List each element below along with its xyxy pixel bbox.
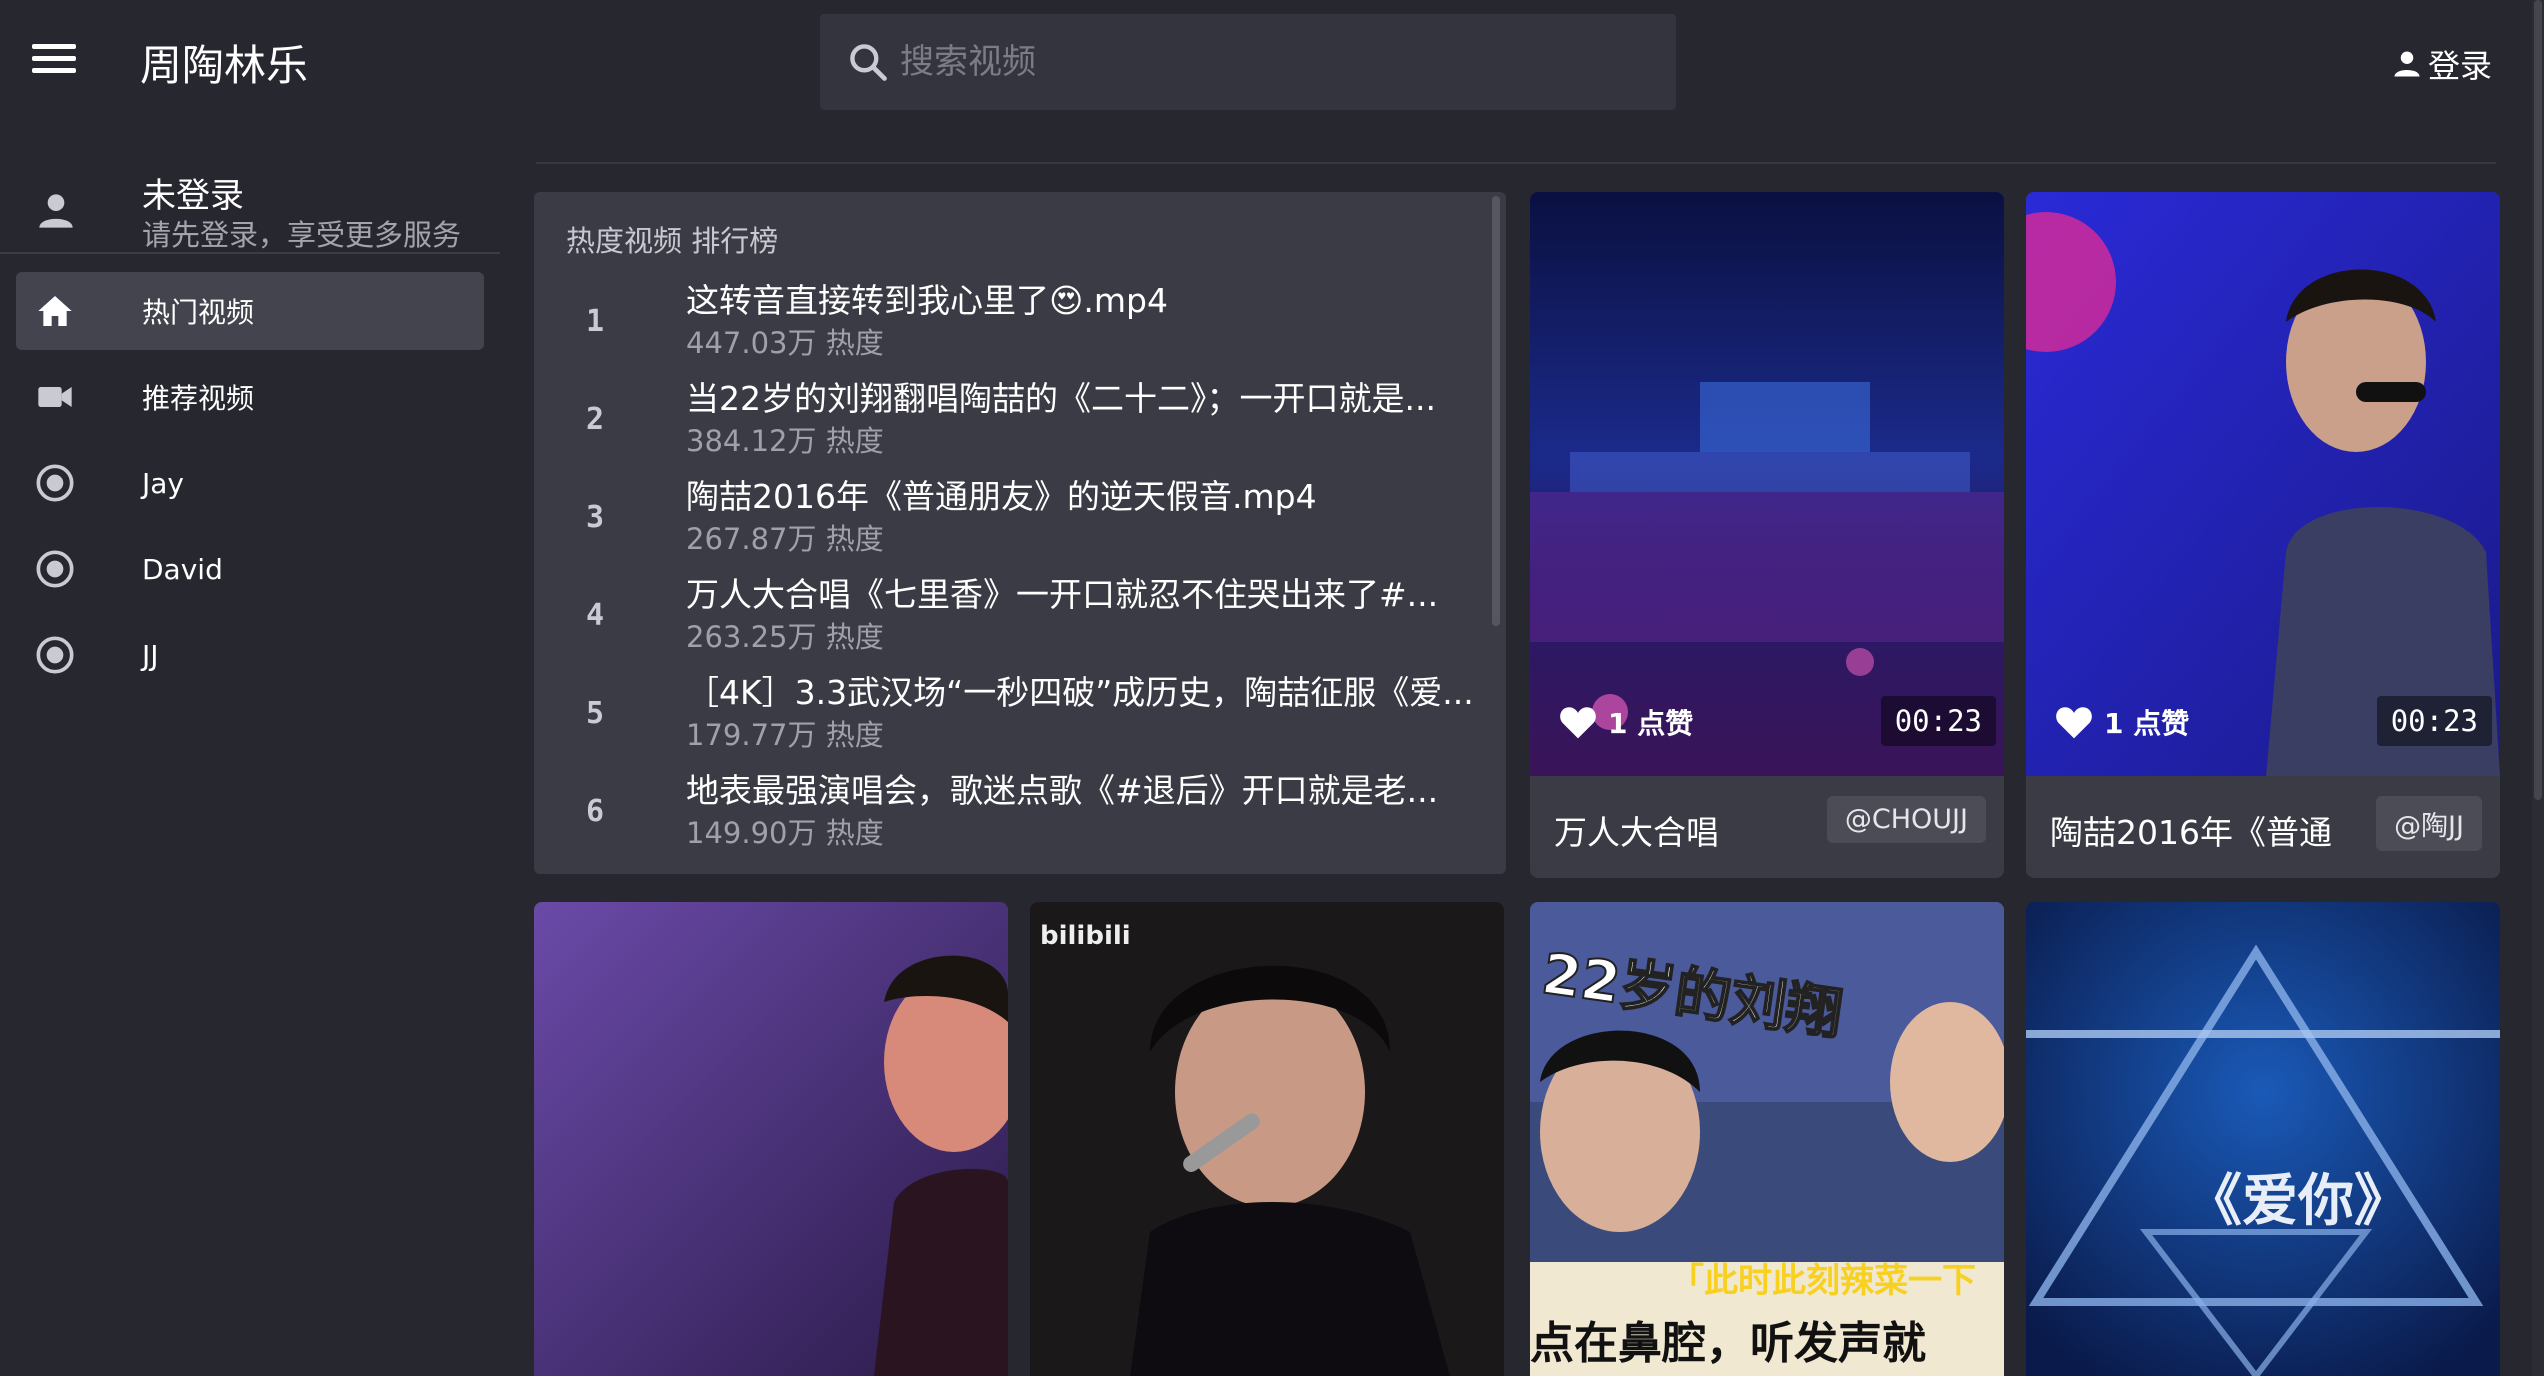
ranking-item[interactable]: 2 当22岁的刘翔翻唱陶喆的《二十二》；一开口就是... 384.12万 热度	[534, 372, 1494, 470]
ranking-list: 1 这转音直接转到我心里了😍.mp4 447.03万 热度 2 当22岁的刘翔翻…	[534, 274, 1494, 862]
sidebar-item-jj[interactable]: JJ	[16, 616, 484, 694]
sidebar-item-hot-videos[interactable]: 热门视频	[16, 272, 484, 350]
overlay-text: 《爱你》	[2186, 1168, 2410, 1234]
subtitle-line: 点在鼻腔，听发声就	[1530, 1318, 1926, 1369]
search-bar[interactable]	[820, 14, 1676, 110]
likes-count: 1 点赞	[2104, 707, 2190, 740]
ranking-item[interactable]: 3 陶喆2016年《普通朋友》的逆天假音.mp4 267.87万 热度	[534, 470, 1494, 568]
sidebar-item-label: David	[142, 552, 223, 586]
rank-heat: 263.25万 热度	[686, 620, 884, 654]
radio-icon	[36, 464, 74, 502]
bilibili-watermark: bilibili	[1040, 921, 1131, 951]
video-card[interactable]: bilibili	[1030, 902, 1504, 1376]
rank-video-title[interactable]: 地表最强演唱会，歌迷点歌《#退后》开口就是老...	[686, 764, 1476, 812]
rank-heat: 384.12万 热度	[686, 424, 884, 458]
user-block[interactable]: 未登录 请先登录，享受更多服务	[0, 144, 500, 254]
sidebar-item-label: JJ	[142, 638, 159, 672]
ranking-panel: 热度视频 排行榜 1 这转音直接转到我心里了😍.mp4 447.03万 热度 2…	[534, 192, 1506, 874]
sidebar-item-david[interactable]: David	[16, 530, 484, 608]
rank-heat: 179.77万 热度	[686, 718, 884, 752]
login-button[interactable]: 登录	[2392, 42, 2492, 86]
ranking-item[interactable]: 5 ［4K］3.3武汉场“一秒四破”成历史，陶喆征服《爱... 179.77万 …	[534, 666, 1494, 764]
rank-number: 4	[586, 598, 605, 633]
sidebar-item-label: Jay	[142, 466, 184, 500]
rank-number: 3	[586, 500, 605, 535]
heart-icon[interactable]	[2054, 704, 2094, 740]
rank-video-title[interactable]: 当22岁的刘翔翻唱陶喆的《二十二》；一开口就是...	[686, 372, 1476, 420]
video-duration: 00:23	[2376, 696, 2492, 746]
rank-video-title[interactable]: 万人大合唱《七里香》一开口就忍不住哭出来了#...	[686, 568, 1476, 616]
sidebar-item-jay[interactable]: Jay	[16, 444, 484, 522]
video-author-badge[interactable]: @CHOUJJ	[1826, 796, 1986, 843]
rank-number: 1	[586, 304, 605, 339]
sidebar-item-label: 推荐视频	[142, 382, 255, 415]
home-icon	[38, 296, 72, 326]
rank-heat: 267.87万 热度	[686, 522, 884, 556]
sidebar-item-recommended-videos[interactable]: 推荐视频	[16, 358, 484, 436]
sidebar-divider	[0, 252, 500, 254]
likes: 1 点赞	[1558, 702, 1693, 742]
avatar-icon	[39, 194, 73, 228]
sidebar-item-label: 热门视频	[142, 296, 255, 329]
radio-icon	[36, 550, 74, 588]
video-card-title[interactable]: 陶喆2016年《普通	[2050, 806, 2332, 854]
video-thumbnail[interactable]	[2026, 192, 2500, 776]
rank-heat: 447.03万 热度	[686, 326, 884, 360]
heart-icon[interactable]	[1558, 704, 1598, 740]
video-card-title[interactable]: 万人大合唱	[1554, 806, 1719, 854]
rank-number: 6	[586, 794, 605, 829]
content-divider	[536, 162, 2496, 164]
rank-heat: 149.90万 热度	[686, 816, 884, 850]
sidebar: 未登录 请先登录，享受更多服务 热门视频 推荐视频 Jay David JJ	[0, 124, 500, 1376]
video-card[interactable]: 《爱你》	[2026, 902, 2500, 1376]
video-card[interactable]: 22岁的刘翔 「此时此刻辣菜一下 点在鼻腔，听发声就	[1530, 902, 2004, 1376]
page-scrollbar[interactable]	[2532, 0, 2544, 1376]
user-subtitle: 请先登录，享受更多服务	[142, 218, 462, 252]
video-thumbnail[interactable]: 《爱你》	[2026, 902, 2500, 1376]
app-title: 周陶林乐	[140, 41, 309, 90]
app-root: 周陶林乐 登录 未登录 请先登录，享受更多服务	[0, 0, 2544, 1376]
video-thumbnail[interactable]	[534, 902, 1008, 1376]
rank-number: 2	[586, 402, 605, 437]
radio-icon	[36, 636, 74, 674]
page-scrollbar-thumb[interactable]	[2534, 0, 2542, 800]
video-thumbnail[interactable]: 22岁的刘翔 「此时此刻辣菜一下 点在鼻腔，听发声就	[1530, 902, 2004, 1376]
ranking-scrollbar[interactable]	[1492, 196, 1500, 626]
subtitle-line: 「此时此刻辣菜一下	[1670, 1261, 1976, 1301]
ranking-item[interactable]: 4 万人大合唱《七里香》一开口就忍不住哭出来了#... 263.25万 热度	[534, 568, 1494, 666]
ranking-title: 热度视频 排行榜	[566, 224, 779, 258]
search-icon[interactable]	[846, 40, 890, 84]
login-label: 登录	[2427, 47, 2492, 85]
user-icon	[2394, 51, 2420, 77]
likes-count: 1 点赞	[1608, 707, 1694, 740]
sidebar-nav: 热门视频 推荐视频 Jay David JJ	[16, 272, 484, 702]
video-camera-icon	[38, 387, 72, 407]
rank-number: 5	[586, 696, 605, 731]
search-input[interactable]	[900, 32, 1640, 92]
video-thumbnail[interactable]: bilibili	[1030, 902, 1504, 1376]
video-card[interactable]: 1 点赞 00:23 陶喆2016年《普通 @陶JJ	[2026, 192, 2500, 878]
rank-video-title[interactable]: 这转音直接转到我心里了😍.mp4	[686, 274, 1476, 322]
user-name: 未登录	[142, 176, 244, 216]
rank-video-title[interactable]: ［4K］3.3武汉场“一秒四破”成历史，陶喆征服《爱...	[686, 666, 1476, 714]
video-card[interactable]: 1 点赞 00:23 万人大合唱 @CHOUJJ	[1530, 192, 2004, 878]
menu-icon[interactable]	[32, 44, 76, 80]
likes: 1 点赞	[2054, 702, 2189, 742]
video-thumbnail[interactable]	[1530, 192, 2004, 776]
video-card[interactable]	[534, 902, 1008, 1376]
video-author-badge[interactable]: @陶JJ	[2376, 796, 2482, 851]
rank-video-title[interactable]: 陶喆2016年《普通朋友》的逆天假音.mp4	[686, 470, 1476, 518]
video-duration: 00:23	[1880, 696, 1996, 746]
ranking-item[interactable]: 6 地表最强演唱会，歌迷点歌《#退后》开口就是老... 149.90万 热度	[534, 764, 1494, 862]
ranking-item[interactable]: 1 这转音直接转到我心里了😍.mp4 447.03万 热度	[534, 274, 1494, 372]
top-bar: 周陶林乐 登录	[0, 0, 2544, 124]
